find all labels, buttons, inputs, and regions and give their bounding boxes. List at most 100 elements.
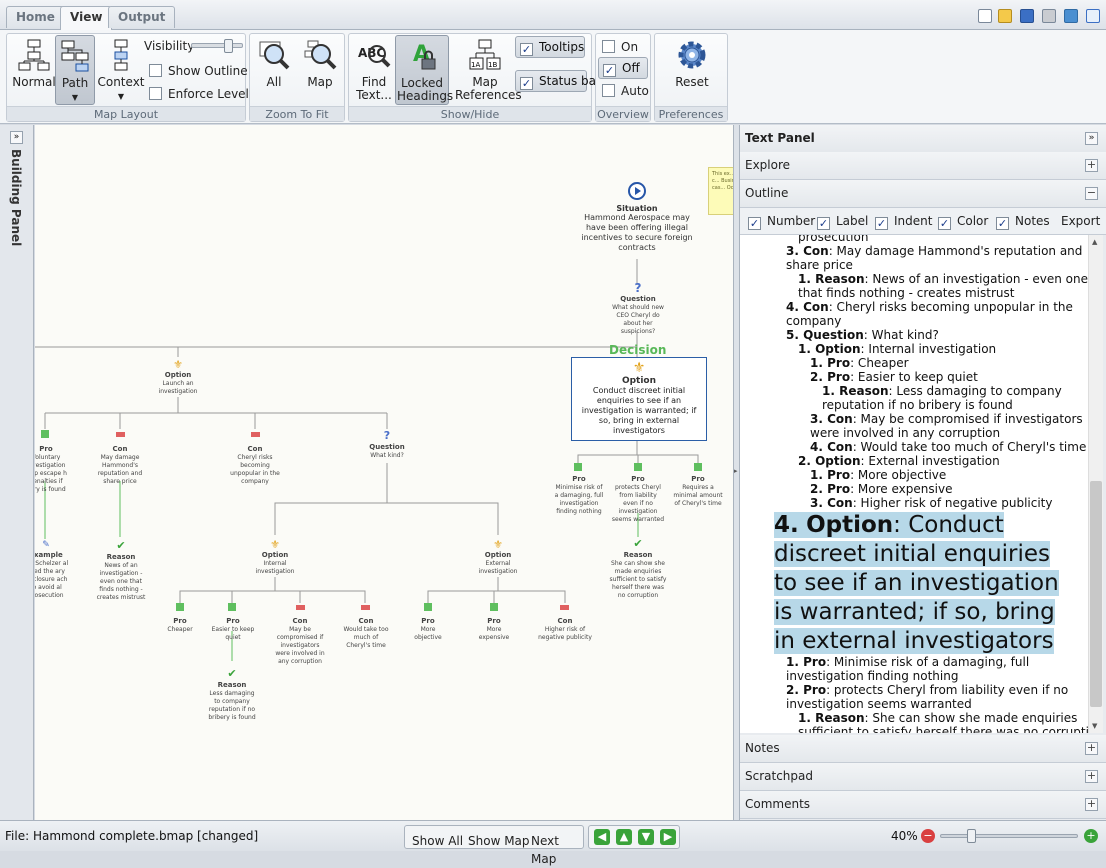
status-bar-toggle[interactable]: ✓ Status bar	[515, 70, 601, 92]
pro-node[interactable]: Pro Easier to keep quiet	[211, 617, 255, 642]
collapse-minus-icon[interactable]: −	[1085, 187, 1098, 200]
panel-splitter[interactable]: ▸	[733, 125, 740, 820]
show-outline-box[interactable]	[149, 64, 162, 77]
open-folder-icon[interactable]	[998, 9, 1012, 23]
zoom-out-icon[interactable]: −	[921, 829, 935, 843]
visibility-slider[interactable]	[191, 39, 243, 53]
label-box[interactable]: ✓	[817, 217, 830, 230]
option-node-left[interactable]: ⚜ Option Launch an investigation	[151, 359, 205, 396]
arrow-right-icon[interactable]: ▶	[660, 829, 676, 845]
reason-node[interactable]: ✔ Reason She can show she made enquiries s…	[609, 537, 667, 600]
number-box[interactable]: ✓	[748, 217, 761, 230]
overview-off-option[interactable]: ✓ Off	[598, 57, 648, 79]
scroll-down-icon[interactable]: ▼	[1092, 722, 1097, 730]
question-node-what-kind[interactable]: ? Question What kind?	[361, 429, 413, 460]
reason-node[interactable]: ✔ Reason Less damaging to company reputati…	[207, 667, 257, 722]
arrow-down-icon[interactable]: ▼	[638, 829, 654, 845]
zoom-slider-thumb[interactable]	[967, 829, 976, 843]
building-panel-collapsed[interactable]: » Building Panel	[0, 125, 34, 820]
outline-selected-heading[interactable]: 4. Option: Conduct discreet initial enqu…	[774, 511, 1074, 656]
option-node-internal[interactable]: ⚜ Option Internal investigation	[249, 539, 301, 576]
option-node-selected[interactable]: ⚜ Option Conduct discreet initial enquir…	[571, 357, 707, 441]
con-node[interactable]: Con Cheryl risks becoming unpopular in th…	[225, 445, 285, 486]
tooltips-toggle[interactable]: ✓ Tooltips	[515, 36, 585, 58]
normal-layout-button[interactable]: Normal	[11, 38, 57, 102]
number-checkbox[interactable]: ✓ Number	[748, 214, 815, 230]
indent-box[interactable]: ✓	[875, 217, 888, 230]
image-icon[interactable]	[1064, 9, 1078, 23]
con-node[interactable]: Con Higher risk of negative publicity	[535, 617, 595, 642]
arrow-left-icon[interactable]: ◀	[594, 829, 610, 845]
tab-home[interactable]: Home	[6, 6, 65, 28]
find-text-button[interactable]: ABC Find Text...	[353, 38, 395, 104]
visibility-slider-thumb[interactable]	[224, 39, 233, 53]
map-references-button[interactable]: 1A 1B Map References	[453, 38, 522, 104]
indent-checkbox[interactable]: ✓ Indent	[875, 214, 932, 230]
reset-button[interactable]: Reset	[669, 38, 715, 98]
option-node-external[interactable]: ⚜ Option External investigation	[472, 539, 524, 576]
refresh-icon[interactable]	[1086, 9, 1100, 23]
locked-headings-button[interactable]: A Locked Headings	[395, 35, 453, 105]
overview-on-option[interactable]: On	[602, 40, 638, 54]
overview-off-box[interactable]: ✓	[603, 64, 616, 77]
zoom-slider[interactable]	[940, 829, 1078, 843]
con-node[interactable]: Con Would take too much of Cheryl's time	[341, 617, 391, 650]
scratchpad-section[interactable]: Scratchpad +	[740, 763, 1106, 791]
context-layout-button[interactable]: Context ▼	[97, 38, 145, 104]
pro-node[interactable]: Pro More expensive	[472, 617, 516, 642]
package-icon[interactable]	[1042, 9, 1056, 23]
question-node-top[interactable]: ? Question What should new CEO Cheryl do…	[607, 281, 669, 336]
scroll-up-icon[interactable]: ▲	[1092, 238, 1097, 246]
map-canvas[interactable]: This ex... on c... Busin... cas... Octo.…	[35, 125, 733, 820]
enforce-levels-checkbox[interactable]: Enforce Levels	[149, 87, 255, 101]
outline-scrollbar[interactable]: ▲ ▼	[1088, 235, 1103, 733]
overview-on-box[interactable]	[602, 40, 615, 53]
notes-section[interactable]: Notes +	[740, 735, 1106, 763]
zoom-all-button[interactable]: All	[256, 38, 292, 98]
zoom-in-icon[interactable]: +	[1084, 829, 1098, 843]
zoom-map-button[interactable]: Map	[302, 38, 338, 98]
comments-section[interactable]: Comments +	[740, 791, 1106, 819]
tab-view[interactable]: View	[60, 6, 113, 31]
pro-node[interactable]: ProVoluntary investigation help escape h…	[35, 445, 69, 494]
expand-building-panel-icon[interactable]: »	[10, 131, 23, 144]
collapse-panel-icon[interactable]: »	[1085, 132, 1098, 145]
con-node[interactable]: Con May damage Hammond's reputation and s…	[95, 445, 145, 486]
color-checkbox[interactable]: ✓ Color	[938, 214, 988, 230]
con-node[interactable]: Con May be compromised if investigators w…	[273, 617, 327, 666]
color-box[interactable]: ✓	[938, 217, 951, 230]
pro-node[interactable]: Pro protects Cheryl from liability even i…	[611, 475, 665, 524]
explore-section[interactable]: Explore +	[740, 152, 1106, 180]
overview-auto-option[interactable]: Auto	[602, 84, 649, 98]
overview-auto-box[interactable]	[602, 84, 615, 97]
expand-plus-icon[interactable]: +	[1085, 159, 1098, 172]
expand-plus-icon[interactable]: +	[1085, 798, 1098, 811]
status-bar-box[interactable]: ✓	[520, 77, 533, 90]
enforce-levels-box[interactable]	[149, 87, 162, 100]
pro-node[interactable]: Pro Cheaper	[160, 617, 200, 634]
example-node[interactable]: ✎Example08, Schelzer al used the ary dis…	[35, 539, 71, 600]
label-checkbox[interactable]: ✓ Label	[817, 214, 868, 230]
show-all-button[interactable]: Show All	[412, 832, 463, 852]
path-layout-button[interactable]: Path ▼	[55, 35, 95, 105]
tab-output[interactable]: Output	[108, 6, 176, 28]
pro-node[interactable]: Pro Requires a minimal amount of Cheryl's…	[673, 475, 723, 508]
notes-checkbox[interactable]: ✓ Notes	[996, 214, 1050, 230]
expand-plus-icon[interactable]: +	[1085, 742, 1098, 755]
outline-scrollbar-thumb[interactable]	[1090, 481, 1102, 707]
show-outline-checkbox[interactable]: Show Outline	[149, 64, 248, 78]
export-button[interactable]: Export	[1061, 214, 1100, 228]
notes-box[interactable]: ✓	[996, 217, 1009, 230]
pro-node[interactable]: Pro More objective	[406, 617, 450, 642]
new-file-icon[interactable]	[978, 9, 992, 23]
expand-plus-icon[interactable]: +	[1085, 770, 1098, 783]
outline-text[interactable]: prosecution 3. Con: May damage Hammond's…	[740, 235, 1088, 733]
tooltips-box[interactable]: ✓	[520, 43, 533, 56]
arrow-up-icon[interactable]: ▲	[616, 829, 632, 845]
save-icon[interactable]	[1020, 9, 1034, 23]
situation-node[interactable]: Situation Hammond Aerospace may have bee…	[581, 181, 693, 253]
pro-node[interactable]: Pro Minimise risk of a damaging, full inv…	[553, 475, 605, 516]
show-map-button[interactable]: Show Map	[468, 832, 530, 852]
reason-node[interactable]: ✔ Reason News of an investigation - even o…	[95, 539, 147, 602]
next-map-button[interactable]: Next Map	[531, 832, 583, 866]
